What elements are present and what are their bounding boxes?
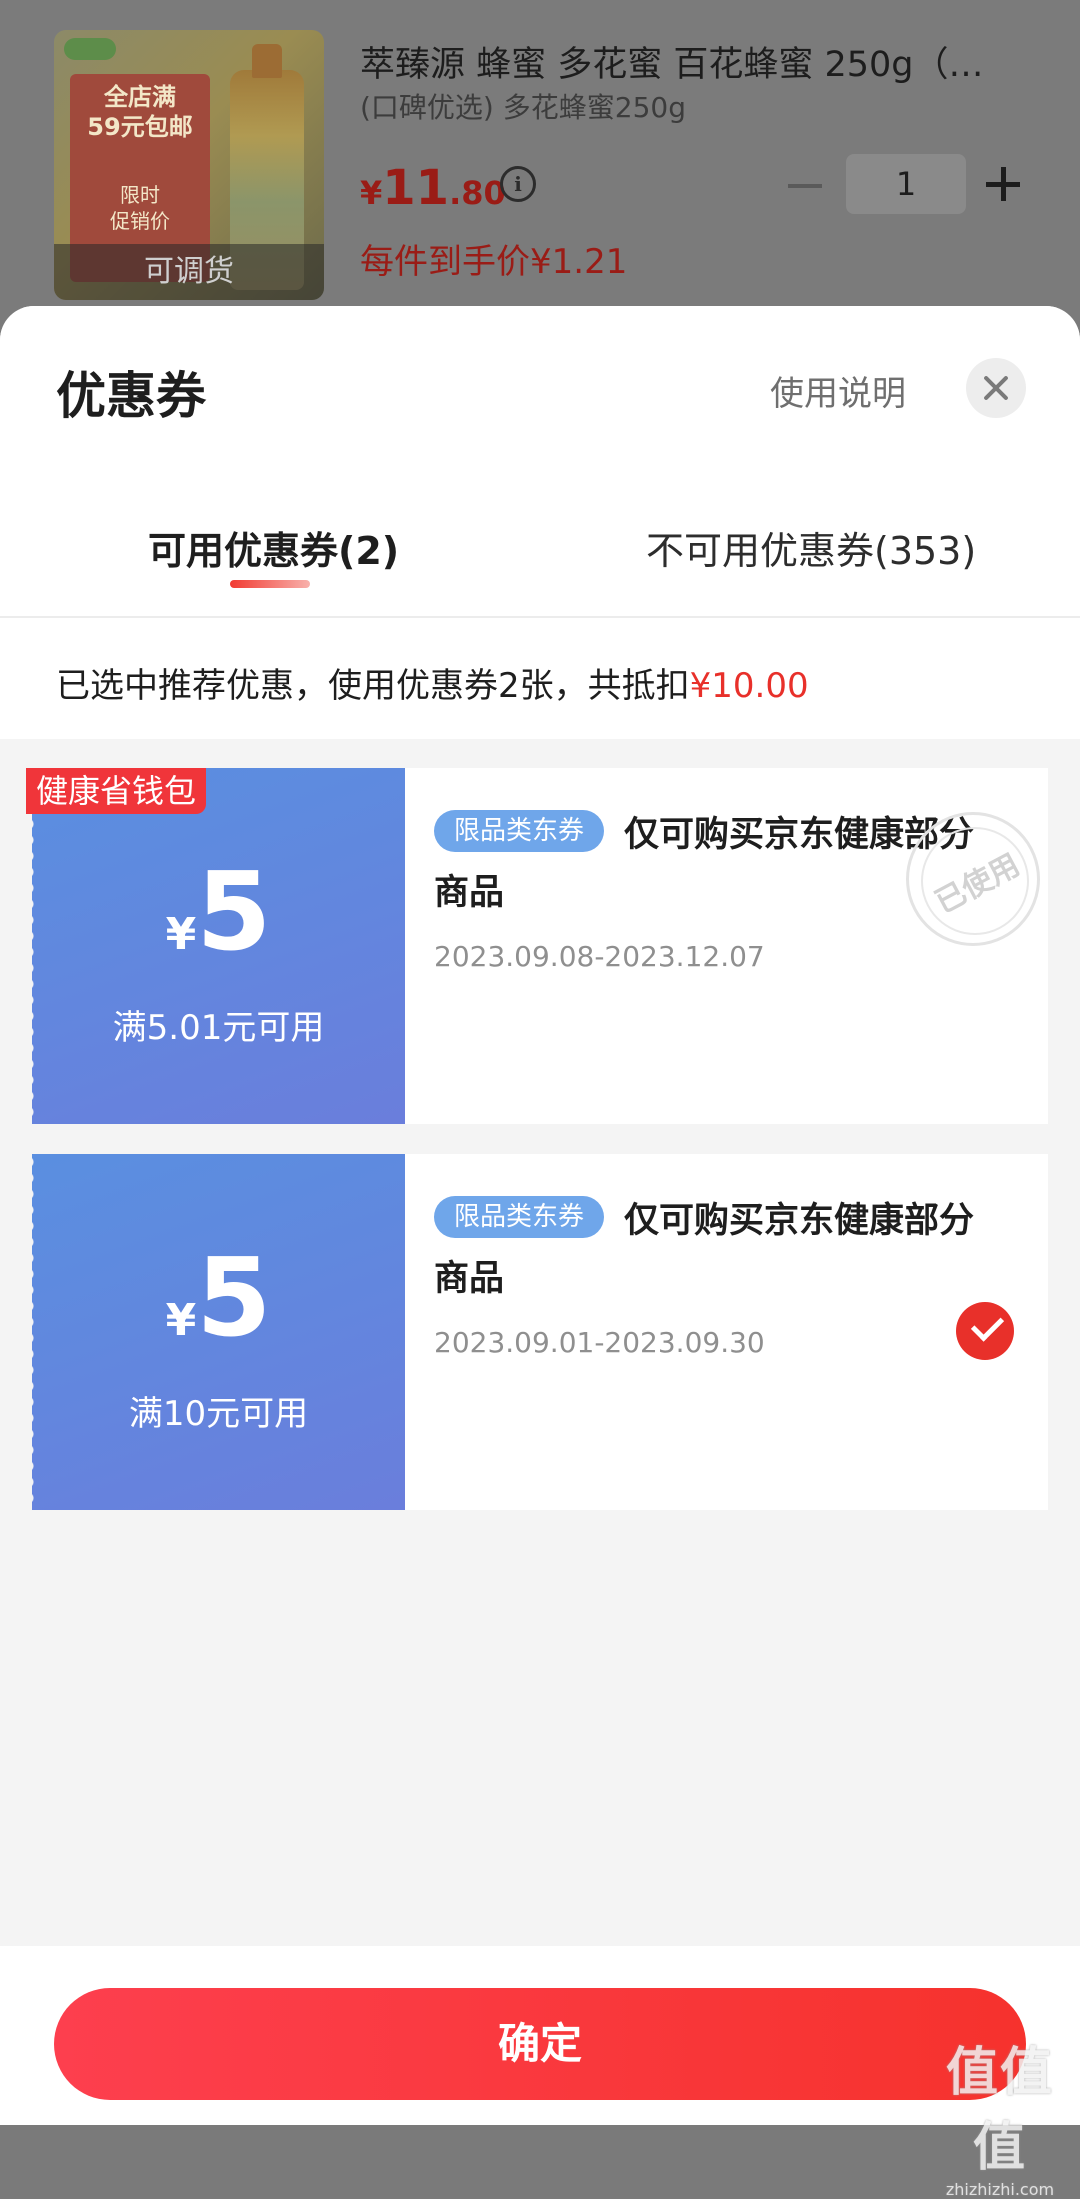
tab-available-coupons[interactable]: 可用优惠券(2) <box>148 520 399 575</box>
used-stamp-text: 已使用 <box>929 847 1026 921</box>
watermark-url: zhizhizhi.com <box>945 2180 1055 2199</box>
quantity-field[interactable]: 1 <box>846 154 966 214</box>
summary-amount: ¥10.00 <box>689 666 809 706</box>
price-integer: 11 <box>382 160 450 216</box>
coupon-description: 仅可购买京东健康部分商品 <box>434 815 975 913</box>
per-item-price: 每件到手价¥1.21 <box>360 242 628 282</box>
site-watermark: 值值值 zhizhizhi.com <box>920 2030 1080 2199</box>
promo-line-4: 促销价 <box>110 209 170 233</box>
selected-check-icon[interactable] <box>956 1302 1014 1360</box>
coupon-amount-value: 5 <box>196 850 272 975</box>
stock-overlay: 可调货 <box>54 244 324 300</box>
active-tab-indicator <box>230 580 310 588</box>
selection-summary: 已选中推荐优惠，使用优惠券2张，共抵扣¥10.00 <box>56 658 809 707</box>
coupon-amount: ¥5 <box>32 858 405 968</box>
coupon-currency: ¥ <box>165 909 197 960</box>
sheet-header: 优惠券 使用说明 可用优惠券(2) 不可用优惠券(353) 已选中推荐优惠，使用… <box>0 306 1080 739</box>
tab-unavailable-coupons[interactable]: 不可用优惠券(353) <box>646 520 976 575</box>
price-decimal: .80 <box>449 174 506 212</box>
usage-instructions-link[interactable]: 使用说明 <box>770 366 906 415</box>
close-icon[interactable] <box>966 358 1026 418</box>
promo-line-2: 59元包邮 <box>87 113 193 141</box>
coupon-description: 仅可购买京东健康部分商品 <box>434 1201 975 1299</box>
coupon-condition: 满5.01元可用 <box>112 1008 325 1048</box>
coupon-date-range: 2023.09.01-2023.09.30 <box>434 1326 765 1359</box>
coupon-amount-value: 5 <box>196 1236 272 1361</box>
coupon-amount: ¥5 <box>32 1244 405 1354</box>
coupon-card[interactable]: ¥5 满5.01元可用 健康省钱包 限品类东券 仅可购买京东健康部分商品 202… <box>26 768 1048 1124</box>
price-currency: ¥ <box>360 174 383 212</box>
plus-icon[interactable] <box>986 164 1026 204</box>
coupon-date-range: 2023.09.08-2023.12.07 <box>434 940 765 973</box>
used-stamp-icon: 已使用 <box>906 812 1040 946</box>
info-icon[interactable]: i <box>500 166 536 202</box>
footer-bar: 确定 <box>0 1946 1080 2125</box>
coupon-condition: 满10元可用 <box>128 1394 309 1434</box>
coupon-value-panel: ¥5 满5.01元可用 <box>28 768 405 1124</box>
product-price: ¥11.80 <box>360 160 506 216</box>
promo-line-1: 全店满 <box>104 83 176 111</box>
product-spec: (口碑优选) 多花蜂蜜250g <box>360 91 686 124</box>
sheet-title: 优惠券 <box>56 367 206 425</box>
product-title: 萃臻源 蜂蜜 多花蜜 百花蜂蜜 250g（… <box>360 45 984 85</box>
product-image: 全店满 59元包邮 限时 促销价 可调货 <box>54 30 324 300</box>
coupon-sheet: 优惠券 使用说明 可用优惠券(2) 不可用优惠券(353) 已选中推荐优惠，使用… <box>0 306 1080 2125</box>
brand-logo <box>64 38 116 60</box>
minus-icon[interactable] <box>788 184 822 188</box>
summary-text: 已选中推荐优惠，使用优惠券2张，共抵扣 <box>56 666 690 706</box>
coupon-card[interactable]: ¥5 满10元可用 限品类东券 仅可购买京东健康部分商品 2023.09.01-… <box>28 1154 1048 1510</box>
coupon-value-panel: ¥5 满10元可用 <box>28 1154 405 1510</box>
coupon-currency: ¥ <box>165 1295 197 1346</box>
promo-line-3: 限时 <box>120 183 160 207</box>
product-summary: 全店满 59元包邮 限时 促销价 可调货 萃臻源 蜂蜜 多花蜜 百花蜂蜜 250… <box>0 0 1080 320</box>
divider <box>0 616 1080 618</box>
confirm-button[interactable]: 确定 <box>54 1988 1026 2100</box>
coupon-ribbon: 健康省钱包 <box>26 768 207 814</box>
watermark-logo: 值值值 <box>945 2043 1054 2178</box>
